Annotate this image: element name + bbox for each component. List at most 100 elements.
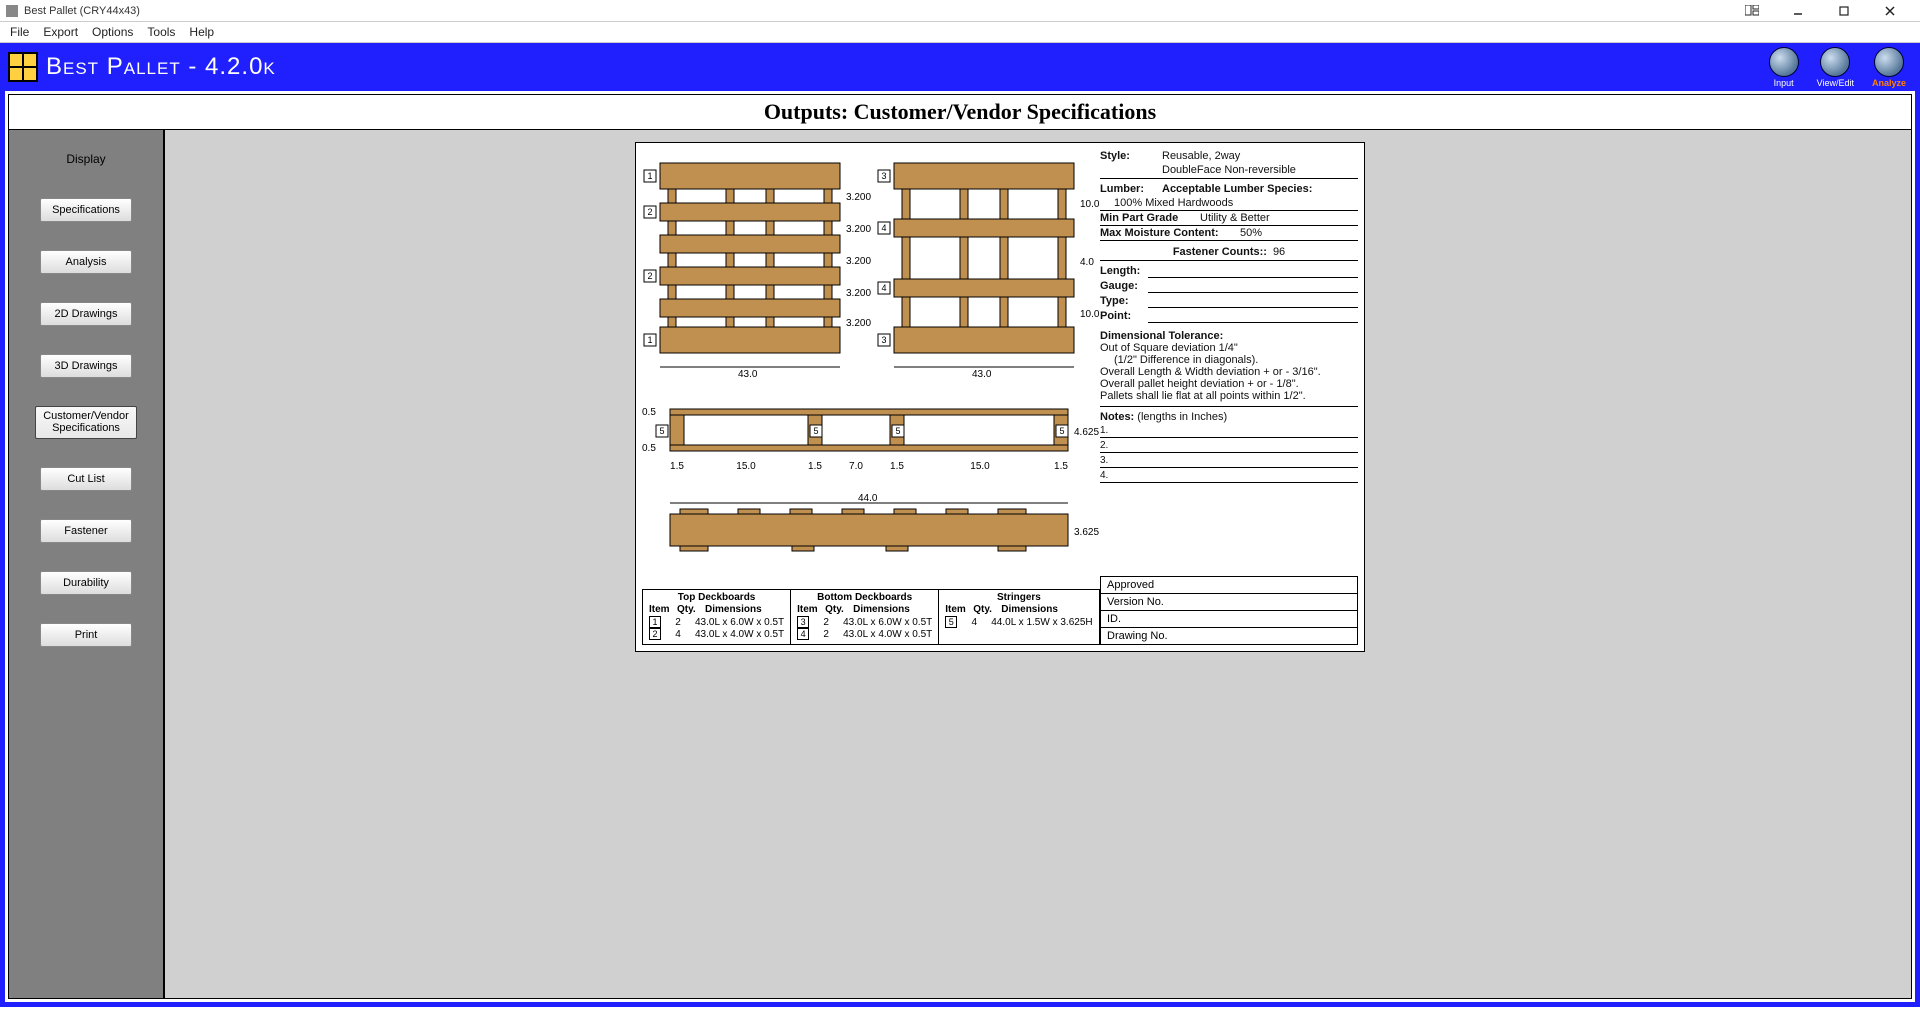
analyze-button[interactable]: Analyze: [1872, 47, 1906, 88]
style-label: Style:: [1100, 150, 1162, 162]
sidebar-customer-vendor-spec[interactable]: Customer/Vendor Specifications: [35, 406, 137, 438]
svg-text:2: 2: [647, 207, 652, 217]
dimtol-2: (1/2" Difference in diagonals).: [1100, 354, 1358, 366]
svg-text:3.200: 3.200: [846, 192, 871, 203]
svg-text:7.0: 7.0: [849, 461, 863, 472]
front-elevation-drawing: 44.0: [642, 493, 1102, 571]
notes-label: Notes:: [1100, 411, 1134, 423]
fastener-value: 96: [1273, 246, 1285, 258]
svg-text:4: 4: [881, 223, 886, 233]
svg-text:15.0: 15.0: [970, 461, 990, 472]
svg-text:15.0: 15.0: [736, 461, 756, 472]
svg-text:3: 3: [881, 171, 886, 181]
page-title: Outputs: Customer/Vendor Specifications: [9, 95, 1911, 130]
mingrade-label: Min Part Grade: [1100, 212, 1200, 224]
id-row: ID.: [1101, 611, 1357, 628]
sidebar-fastener[interactable]: Fastener: [40, 519, 132, 543]
svg-text:3.625: 3.625: [1074, 527, 1099, 538]
sidebar: Display Specifications Analysis 2D Drawi…: [9, 130, 165, 998]
svg-text:10.0: 10.0: [1080, 199, 1100, 210]
svg-text:5: 5: [895, 426, 900, 436]
pallet-icon: [1874, 47, 1904, 77]
gauge-label: Gauge:: [1100, 280, 1148, 293]
svg-text:0.5: 0.5: [642, 407, 656, 418]
pallet-icon: [1769, 47, 1799, 77]
menu-help[interactable]: Help: [189, 25, 214, 39]
svg-text:3.200: 3.200: [846, 288, 871, 299]
sidebar-specifications[interactable]: Specifications: [40, 198, 132, 222]
svg-text:4.0: 4.0: [1080, 257, 1094, 268]
parts-table: Top Deckboards ItemQty.Dimensions 1243.0…: [642, 589, 1100, 645]
svg-text:43.0: 43.0: [972, 369, 992, 380]
svg-text:2: 2: [647, 271, 652, 281]
style-value-2: DoubleFace Non-reversible: [1162, 164, 1296, 176]
window-titlebar: Best Pallet (CRY44x43): [0, 0, 1920, 22]
brand-logo-icon: [8, 52, 38, 82]
svg-text:1: 1: [647, 335, 652, 345]
sidebar-3d-drawings[interactable]: 3D Drawings: [40, 354, 132, 378]
drawing-canvas: 1 2 2 1 3.200 3.200 3.200 3.200 3.200: [165, 130, 1911, 998]
svg-text:4: 4: [881, 283, 886, 293]
bottom-view-drawing: 3 4 4 3 10.0 4.0 10.0 43.0: [876, 157, 1106, 382]
pallet-icon: [1820, 47, 1850, 77]
main-frame: Outputs: Customer/Vendor Specifications …: [0, 91, 1920, 1007]
notes-sub: (lengths in Inches): [1137, 411, 1227, 423]
svg-text:1.5: 1.5: [1054, 461, 1068, 472]
input-button[interactable]: Input: [1769, 47, 1799, 88]
spec-text-column: Style:Reusable, 2way DoubleFace Non-reve…: [1100, 149, 1358, 483]
app-icon: [6, 5, 18, 17]
svg-text:3.200: 3.200: [846, 256, 871, 267]
svg-text:1.5: 1.5: [890, 461, 904, 472]
dimtol-header: Dimensional Tolerance:: [1100, 330, 1358, 342]
svg-text:5: 5: [813, 426, 818, 436]
type-label: Type:: [1100, 295, 1148, 308]
brand-bar: Best Pallet - 4.2.0k Input View/Edit Ana…: [0, 43, 1920, 91]
view-edit-button[interactable]: View/Edit: [1817, 47, 1854, 88]
parts-top-deckboards: Top Deckboards ItemQty.Dimensions 1243.0…: [643, 590, 791, 644]
svg-text:44.0: 44.0: [858, 493, 878, 504]
minimize-button[interactable]: [1782, 0, 1814, 22]
sidebar-print[interactable]: Print: [40, 623, 132, 647]
moisture-value: 50%: [1240, 227, 1262, 239]
parts-stringers: Stringers ItemQty.Dimensions 5444.0L x 1…: [939, 590, 1098, 644]
menu-export[interactable]: Export: [43, 25, 78, 39]
svg-text:0.5: 0.5: [642, 443, 656, 454]
maximize-button[interactable]: [1828, 0, 1860, 22]
svg-text:1.5: 1.5: [670, 461, 684, 472]
menu-options[interactable]: Options: [92, 25, 133, 39]
close-button[interactable]: [1874, 0, 1906, 22]
mingrade-value: Utility & Better: [1200, 212, 1270, 224]
style-value: Reusable, 2way: [1162, 150, 1240, 162]
svg-text:43.0: 43.0: [738, 369, 758, 380]
sidebar-analysis[interactable]: Analysis: [40, 250, 132, 274]
brand-title: Best Pallet - 4.2.0k: [46, 53, 276, 81]
menu-file[interactable]: File: [10, 25, 29, 39]
parts-bottom-deckboards: Bottom Deckboards ItemQty.Dimensions 324…: [791, 590, 939, 644]
fastener-label: Fastener Counts::: [1173, 246, 1267, 258]
svg-text:3: 3: [881, 335, 886, 345]
side-elevation-drawing: 0.5 0.5 5 5: [642, 401, 1102, 475]
svg-text:5: 5: [659, 426, 664, 436]
svg-text:3.200: 3.200: [846, 318, 871, 329]
sidebar-header: Display: [66, 152, 105, 166]
title-block: Approved Version No. ID. Drawing No.: [1100, 576, 1358, 645]
moisture-label: Max Moisture Content:: [1100, 227, 1240, 239]
menu-tools[interactable]: Tools: [147, 25, 175, 39]
drawing-row: Drawing No.: [1101, 628, 1357, 644]
sidebar-durability[interactable]: Durability: [40, 571, 132, 595]
sidebar-2d-drawings[interactable]: 2D Drawings: [40, 302, 132, 326]
length-label: Length:: [1100, 265, 1148, 278]
svg-text:5: 5: [1059, 426, 1064, 436]
window-multitask-icon[interactable]: [1736, 0, 1768, 22]
window-title: Best Pallet (CRY44x43): [24, 5, 140, 17]
svg-text:1.5: 1.5: [808, 461, 822, 472]
lumber-label: Lumber:: [1100, 183, 1162, 195]
svg-text:3.200: 3.200: [846, 224, 871, 235]
svg-text:4.625: 4.625: [1074, 427, 1099, 438]
approved-row: Approved: [1101, 577, 1357, 594]
dimtol-1: Out of Square deviation 1/4": [1100, 342, 1358, 354]
dimtol-5: Pallets shall lie flat at all points wit…: [1100, 390, 1358, 402]
sidebar-cut-list[interactable]: Cut List: [40, 467, 132, 491]
spec-sheet: 1 2 2 1 3.200 3.200 3.200 3.200 3.200: [635, 142, 1365, 652]
menubar: File Export Options Tools Help: [0, 22, 1920, 43]
